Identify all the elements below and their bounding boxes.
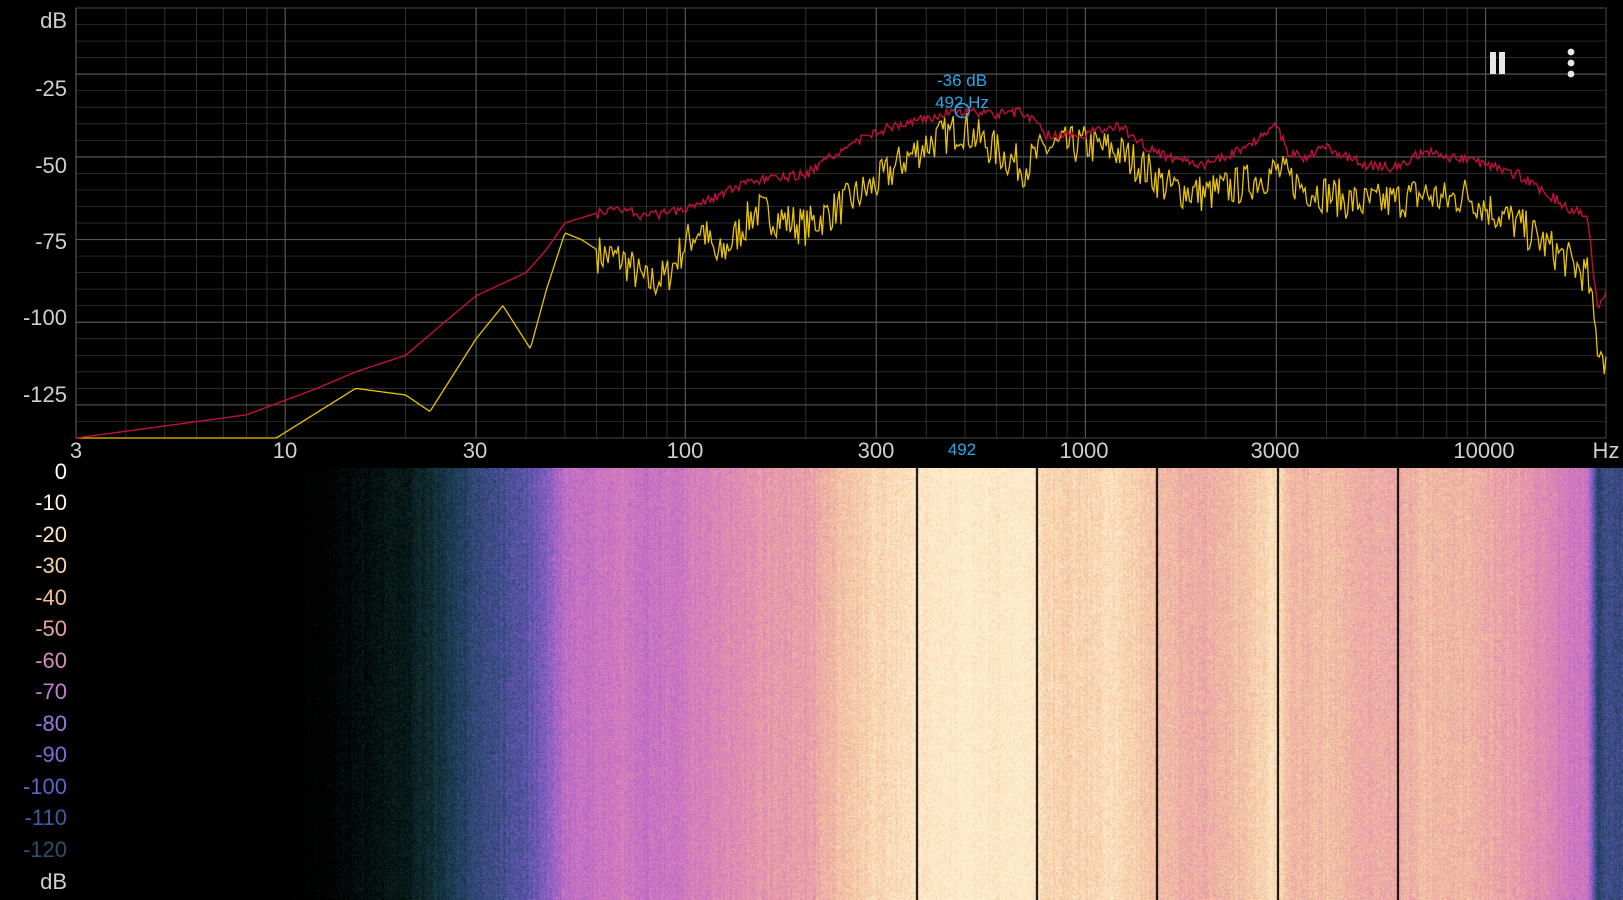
colorbar-label: -80	[35, 711, 67, 736]
colorbar-label: -60	[35, 648, 67, 673]
y-unit-label: dB	[40, 8, 67, 33]
colorbar-label: -40	[35, 585, 67, 610]
colorbar-label: -30	[35, 553, 67, 578]
more-options-button[interactable]	[1556, 46, 1586, 80]
colorbar-label: -20	[35, 522, 67, 547]
y-tick-label: -100	[22, 305, 67, 330]
x-tick-label: 100	[666, 438, 704, 463]
spectrogram-waterfall[interactable]	[0, 468, 1623, 900]
colorbar-label: -90	[35, 742, 67, 767]
cursor-axis-readout: 492	[947, 440, 977, 459]
colorbar-label: -120	[22, 837, 67, 862]
colorbar-label: -100	[22, 774, 67, 799]
colorbar-label: -10	[35, 490, 67, 515]
colorbar-label: 0	[54, 459, 67, 484]
colorbar-unit-label: dB	[40, 869, 67, 894]
colorbar-label: -70	[35, 679, 67, 704]
x-tick-label: 10000	[1453, 438, 1515, 463]
x-tick-label: 3	[69, 438, 83, 463]
colorbar-label: -110	[24, 805, 67, 830]
pause-button[interactable]	[1482, 48, 1512, 78]
y-tick-label: -50	[35, 153, 67, 178]
current-spectrum-line	[76, 113, 1607, 439]
more-vert-icon	[1567, 48, 1575, 78]
colorbar-label: -50	[35, 616, 67, 641]
cursor-hz-readout: 492 Hz	[935, 93, 989, 112]
x-tick-label: 10	[272, 438, 298, 463]
cursor-db-readout: -36 dB	[936, 71, 988, 90]
y-tick-label: -25	[35, 76, 67, 101]
y-tick-label: -75	[35, 229, 67, 254]
y-tick-label: -125	[22, 382, 67, 407]
x-tick-label: 300	[857, 438, 895, 463]
spectrum-chart[interactable]	[0, 0, 1623, 468]
x-tick-label: 1000	[1059, 438, 1109, 463]
pause-icon	[1490, 52, 1505, 74]
x-tick-label: 3000	[1250, 438, 1300, 463]
x-unit-label: Hz	[1592, 438, 1620, 463]
x-tick-label: 30	[462, 438, 488, 463]
